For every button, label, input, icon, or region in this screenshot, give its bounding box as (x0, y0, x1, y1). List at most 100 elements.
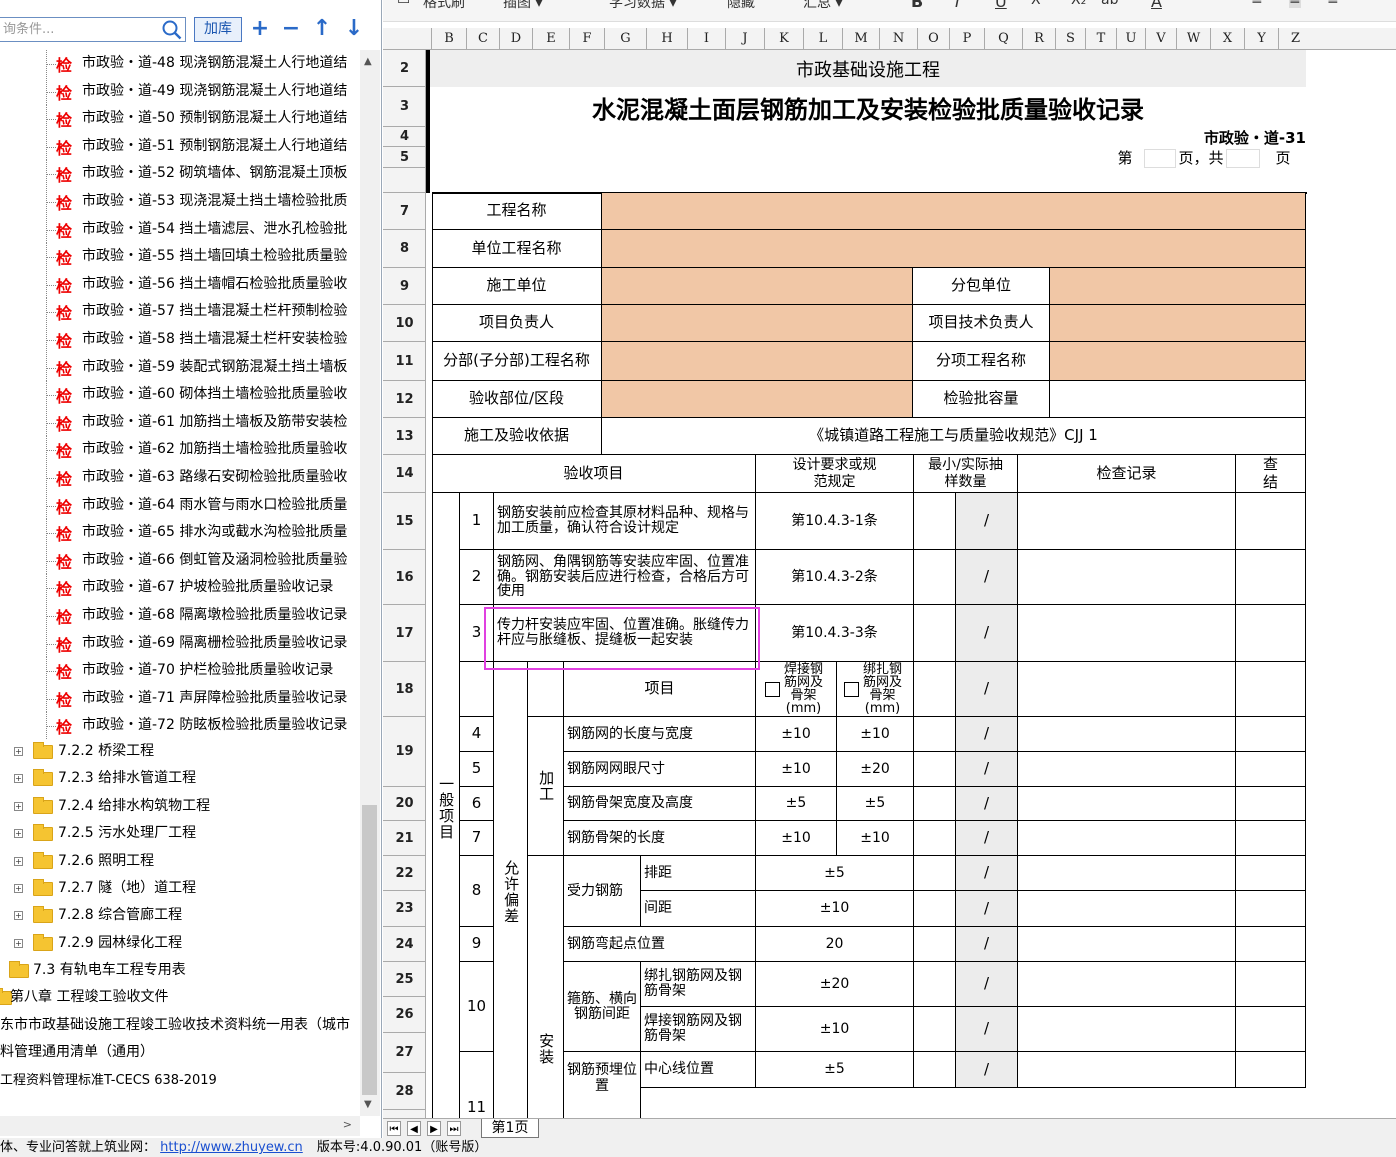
row-label[interactable]: 2 (383, 50, 426, 87)
tree-item-section[interactable]: +7.2.5 污水处理厂工程 (0, 820, 360, 847)
remove-icon[interactable]: − (279, 17, 303, 42)
page-total-field[interactable] (1226, 149, 1260, 168)
tree-item-section[interactable]: +7.2.4 给排水构筑物工程 (0, 793, 360, 820)
welded-tolerance[interactable]: ±10 (756, 717, 837, 752)
header-sample-count[interactable]: 最小/实际抽样数量 (914, 455, 1018, 493)
first-sheet-icon[interactable]: ⏮ (387, 1121, 401, 1136)
toolbar-summary[interactable]: 汇总 ▾ (803, 0, 842, 12)
tolerance-value[interactable]: ±20 (756, 962, 914, 1007)
tree-horizontal-scrollbar[interactable]: > (0, 1116, 360, 1136)
item-sub[interactable]: 排距 (641, 856, 756, 891)
tree-item-document[interactable]: 东市市政基础设施工程竣工验收技术资料统一用表（城市 (0, 1012, 360, 1039)
column-label[interactable]: K (764, 28, 803, 50)
column-label[interactable]: N (879, 28, 917, 50)
r27-check-record[interactable] (1018, 1007, 1236, 1052)
r18-sample-min[interactable] (914, 662, 956, 717)
item-number[interactable]: 5 (460, 752, 494, 787)
row-label[interactable]: 8 (383, 230, 426, 268)
add-icon[interactable]: + (248, 17, 272, 42)
brush-icon[interactable]: ▭ (397, 0, 410, 8)
r23-check-result[interactable] (1236, 856, 1306, 891)
column-label[interactable]: H (646, 28, 687, 50)
tree-item-document[interactable]: 工程资料管理标准T-CECS 638-2019 (0, 1067, 360, 1094)
row-label-hidden[interactable] (383, 168, 426, 193)
r28-check-result[interactable] (1236, 1052, 1306, 1088)
row-label[interactable]: 13 (383, 418, 426, 455)
column-label[interactable]: R (1022, 28, 1055, 50)
tree-item-inspection[interactable]: 检市政验・道-65 排水沟或截水沟检验批质量 (0, 519, 360, 547)
expand-icon[interactable]: + (14, 938, 23, 948)
tree-item-chapter8[interactable]: 第八章 工程竣工验收文件 (0, 984, 360, 1011)
subitem-field[interactable] (1050, 342, 1306, 381)
r18-sample-actual[interactable]: / (956, 662, 1018, 717)
website-link[interactable]: http://www.zhuyew.cn (160, 1140, 303, 1155)
item-description[interactable]: 钢筋骨架的长度 (564, 821, 756, 856)
scroll-right-icon[interactable]: > (343, 1118, 352, 1131)
scroll-up-icon[interactable]: ▲ (364, 56, 372, 67)
r20-sample-actual[interactable]: / (956, 752, 1018, 787)
blank-sub[interactable] (528, 662, 564, 717)
row-label[interactable]: 3 (383, 87, 426, 127)
item-clause[interactable]: 第10.4.3-2条 (756, 550, 914, 605)
tree-item-inspection[interactable]: 检市政验・道-58 挡土墙混凝土栏杆安装检验 (0, 326, 360, 353)
column-label[interactable]: F (569, 28, 604, 50)
header-check-record[interactable]: 检查记录 (1018, 455, 1236, 493)
r26-sample-actual[interactable]: / (956, 962, 1018, 1007)
r20-check-record[interactable] (1018, 752, 1236, 787)
r15-check-record[interactable] (1018, 493, 1236, 550)
search-input[interactable]: 询条件... (0, 17, 186, 42)
row-label[interactable]: 14 (383, 455, 426, 493)
item-number[interactable]: 9 (460, 927, 494, 962)
r16-check-result[interactable] (1236, 550, 1306, 605)
column-label[interactable]: P (949, 28, 984, 50)
tree-item-inspection[interactable]: 检市政验・道-55 挡土墙回填土检验批质量验 (0, 243, 360, 271)
r28-sample-actual[interactable]: / (956, 1052, 1018, 1088)
label-division[interactable]: 分部(子分部)工程名称 (432, 342, 602, 381)
r27-check-result[interactable] (1236, 1007, 1306, 1052)
tree-item-inspection[interactable]: 检市政验・道-61 加筋挡土墙板及筋带安装检 (0, 408, 360, 436)
item-main[interactable]: 箍筋、横向钢筋间距 (564, 962, 641, 1052)
item-number[interactable]: 2 (460, 550, 494, 605)
r16-sample-actual[interactable]: / (956, 550, 1018, 605)
column-label[interactable]: G (604, 28, 646, 50)
column-label[interactable]: E (532, 28, 569, 50)
tree-item-inspection[interactable]: 检市政验・道-68 隔离墩检验批质量验收记录 (0, 602, 360, 629)
align-right-icon[interactable]: ≡ (1327, 0, 1339, 8)
tolerance-value[interactable]: ±5 (756, 1052, 914, 1088)
move-up-icon[interactable]: ↑ (310, 17, 334, 42)
r21-check-record[interactable] (1018, 787, 1236, 821)
item-number[interactable]: 4 (460, 717, 494, 752)
tree-item-inspection[interactable]: 检市政验・道-70 护栏检验批质量验收记录 (0, 657, 360, 685)
r19-check-result[interactable] (1236, 717, 1306, 752)
r17-check-record[interactable] (1018, 605, 1236, 662)
column-label[interactable]: O (917, 28, 949, 50)
font-color-button[interactable]: A (1151, 0, 1162, 11)
welded-tolerance[interactable]: ±5 (756, 787, 837, 821)
r28-check-record[interactable] (1018, 1052, 1236, 1088)
row-label[interactable]: 20 (383, 787, 426, 821)
r16-check-record[interactable] (1018, 550, 1236, 605)
sheet-tab-page1[interactable]: 第1页 (481, 1119, 539, 1138)
corner-cell[interactable] (383, 28, 431, 50)
r26-check-record[interactable] (1018, 962, 1236, 1007)
r18-check-record[interactable] (1018, 662, 1236, 717)
row-label[interactable]: 21 (383, 821, 426, 856)
column-label[interactable]: Q (984, 28, 1022, 50)
item-description[interactable]: 钢筋弯起点位置 (564, 927, 756, 962)
r21-check-result[interactable] (1236, 787, 1306, 821)
r24-check-result[interactable] (1236, 891, 1306, 927)
expand-icon[interactable]: + (14, 774, 23, 784)
row-label[interactable]: 10 (383, 305, 426, 342)
toolbar-learn-data[interactable]: 学习数据 ▾ (609, 0, 676, 12)
r22-sample-min[interactable] (914, 821, 956, 856)
item-main[interactable]: 受力钢筋 (564, 856, 641, 927)
welded-tolerance[interactable]: ±10 (756, 821, 837, 856)
tree-scroll-thumb[interactable] (362, 805, 377, 1095)
r24-sample-min[interactable] (914, 891, 956, 927)
tree-item-inspection[interactable]: 检市政验・道-63 路缘石安砌检验批质量验收 (0, 464, 360, 491)
column-label[interactable]: D (499, 28, 532, 50)
item-sub[interactable]: 焊接钢筋网及钢筋骨架 (641, 1007, 756, 1052)
tech-manager-field[interactable] (1050, 305, 1306, 342)
row-label[interactable]: 12 (383, 381, 426, 418)
r23-sample-actual[interactable]: / (956, 856, 1018, 891)
